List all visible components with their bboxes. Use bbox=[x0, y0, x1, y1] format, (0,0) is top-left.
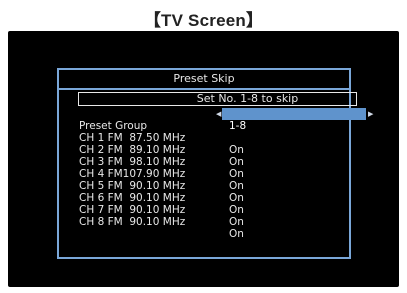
preset-group-row[interactable]: Preset Group ◀ 1-8 ▶ bbox=[79, 108, 373, 132]
channel-row[interactable]: CH 5 FM 90.10 MHz On bbox=[79, 168, 299, 204]
channel-label: CH 8 FM 90.10 MHz bbox=[79, 216, 186, 228]
hint-box: Set No. 1-8 to skip bbox=[78, 92, 357, 106]
tv-screen: Preset Skip Set No. 1-8 to skip Preset G… bbox=[8, 31, 399, 287]
tv-screen-caption: 【TV Screen】 bbox=[143, 11, 264, 30]
channel-row[interactable]: CH 1 FM 87.50 MHz On bbox=[79, 120, 299, 156]
channel-row[interactable]: CH 8 FM 90.10 MHz On bbox=[79, 204, 299, 240]
channel-row[interactable]: CH 7 FM 90.10 MHz On bbox=[79, 192, 299, 228]
title-divider bbox=[59, 88, 349, 90]
channel-skip-value: On bbox=[229, 216, 244, 228]
channel-skip-value: On bbox=[229, 228, 244, 240]
left-arrow-icon[interactable]: ◀ bbox=[216, 108, 221, 120]
right-arrow-icon[interactable]: ▶ bbox=[368, 108, 373, 120]
channel-row[interactable]: CH 6 FM 90.10 MHz On bbox=[79, 180, 299, 216]
dialog-title: Preset Skip bbox=[173, 72, 235, 85]
preset-group-selector[interactable]: 1-8 bbox=[222, 108, 366, 132]
channel-row[interactable]: CH 3 FM 98.10 MHz On bbox=[79, 144, 299, 180]
channel-row[interactable]: CH 2 FM 89.10 MHz On bbox=[79, 132, 299, 168]
channel-row[interactable]: CH 4 FM107.90 MHz On bbox=[79, 156, 299, 192]
